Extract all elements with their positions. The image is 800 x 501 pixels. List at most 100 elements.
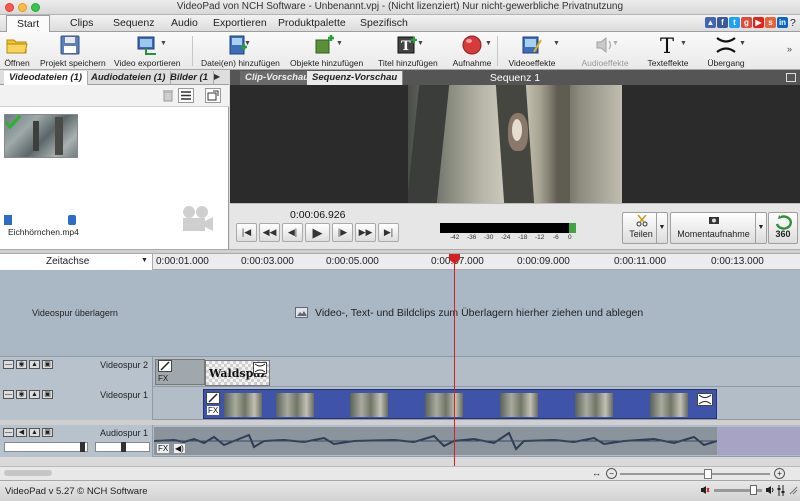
pan-slider-thumb[interactable]: [121, 442, 126, 452]
lock-icon[interactable]: ▣: [42, 360, 53, 369]
eye-icon[interactable]: ◉: [16, 360, 27, 369]
speaker-icon[interactable]: [765, 485, 775, 495]
detach-panel-icon[interactable]: [205, 88, 221, 103]
fx-badge[interactable]: FX: [158, 374, 168, 383]
add-files-dropdown-icon[interactable]: ▼: [244, 40, 251, 47]
lock-icon[interactable]: ▣: [42, 390, 53, 399]
stumble-icon[interactable]: s: [765, 17, 776, 28]
speaker-icon[interactable]: ◀): [174, 444, 185, 453]
mixer-icon[interactable]: [777, 485, 785, 496]
linkedin-icon[interactable]: in: [777, 17, 788, 28]
tab-images[interactable]: Bilder (1: [165, 71, 215, 85]
google-plus-icon[interactable]: g: [741, 17, 752, 28]
export-dropdown-icon[interactable]: ▼: [160, 40, 167, 47]
pan-slider[interactable]: [95, 442, 150, 452]
step-back-button[interactable]: ◀|: [282, 223, 303, 242]
audio-effects-button[interactable]: Audioeffekte: [580, 34, 630, 68]
menu-audio[interactable]: Audio: [171, 17, 198, 29]
menu-exportieren[interactable]: Exportieren: [213, 17, 267, 29]
menu-produktpalette[interactable]: Produktpalette: [278, 17, 346, 29]
clip-thumbnail[interactable]: [4, 114, 78, 158]
play-button[interactable]: ▶: [305, 223, 330, 242]
tab-audio-files[interactable]: Audiodateien (1): [86, 71, 172, 85]
pen-icon[interactable]: [206, 392, 220, 404]
next-frame-button[interactable]: ▶▶: [355, 223, 376, 242]
video-clip[interactable]: FX: [203, 389, 717, 419]
timeline-ruler[interactable]: Zeitachse ▼ 0:00:01.000 0:00:03.000 0:00…: [0, 254, 800, 270]
text-clip[interactable]: Waldspaz: [205, 360, 270, 386]
volume-slider[interactable]: [4, 442, 88, 452]
menu-spezifisch[interactable]: Spezifisch: [360, 17, 408, 29]
open-button[interactable]: Öffnen: [4, 34, 30, 68]
go-to-end-button[interactable]: ▶|: [378, 223, 399, 242]
menu-start[interactable]: Start: [6, 15, 51, 33]
zoom-in-icon[interactable]: +: [774, 468, 785, 479]
pen-icon[interactable]: [158, 360, 172, 372]
twitter-icon[interactable]: t: [729, 17, 740, 28]
collapse-icon[interactable]: —: [3, 360, 14, 369]
zoom-slider-thumb[interactable]: [704, 469, 712, 479]
audio-effects-dropdown-icon[interactable]: ▼: [612, 40, 619, 47]
master-volume-slider[interactable]: [714, 485, 762, 495]
title-bar: VideoPad von NCH Software - Unbenannt.vp…: [0, 0, 800, 15]
menu-clips[interactable]: Clips: [70, 17, 93, 29]
add-title-button[interactable]: T Titel hinzufügen: [378, 34, 438, 68]
trash-icon[interactable]: [162, 89, 174, 102]
export-video-button[interactable]: Video exportieren: [114, 34, 180, 68]
audio-clip[interactable]: FX ◀): [154, 427, 717, 455]
split-button[interactable]: Teilen: [622, 212, 660, 244]
menu-sequenz[interactable]: Sequenz: [113, 17, 154, 29]
list-view-icon[interactable]: [178, 88, 194, 103]
snapshot-dropdown-icon[interactable]: ▼: [755, 212, 767, 244]
lock-icon[interactable]: ▣: [42, 428, 53, 437]
video-effects-dropdown-icon[interactable]: ▼: [553, 40, 560, 47]
resize-grip-icon[interactable]: [789, 485, 798, 495]
thumbs-up-icon[interactable]: ▲: [705, 17, 716, 28]
speaker-icon[interactable]: ◀: [16, 428, 27, 437]
tab-video-files[interactable]: Videodateien (1): [4, 71, 89, 85]
help-button[interactable]: ?: [790, 17, 796, 29]
record-dropdown-icon[interactable]: ▼: [485, 40, 492, 47]
transition-marker-icon[interactable]: [253, 362, 267, 374]
previous-frame-button[interactable]: ◀◀: [259, 223, 280, 242]
video-preview[interactable]: [230, 85, 800, 203]
overlay-track[interactable]: Videospur überlagern Video-, Text- und B…: [0, 270, 800, 357]
save-project-button[interactable]: Projekt speichern: [40, 34, 106, 68]
zoom-slider[interactable]: [620, 469, 770, 479]
opacity-icon[interactable]: ▲: [29, 360, 40, 369]
video-track-2[interactable]: — ◉ ▲ ▣ Videospur 2 FX: [0, 357, 800, 387]
snapshot-button[interactable]: Momentaufnahme: [670, 212, 757, 244]
toolbar-more-icon[interactable]: »: [787, 44, 792, 54]
master-volume-thumb[interactable]: [750, 485, 757, 495]
detach-preview-icon[interactable]: [786, 73, 796, 82]
playhead-line[interactable]: [454, 256, 455, 466]
fx-badge[interactable]: FX: [207, 406, 220, 415]
timeline-selector[interactable]: Zeitachse ▼: [0, 254, 153, 270]
split-dropdown-icon[interactable]: ▼: [656, 212, 668, 244]
timeline-scrollbar[interactable]: ↔ − +: [0, 466, 800, 480]
fit-timeline-icon[interactable]: ↔: [592, 468, 601, 478]
text-effects-dropdown-icon[interactable]: ▼: [680, 40, 687, 47]
zoom-out-icon[interactable]: −: [606, 468, 617, 479]
add-files-button[interactable]: Datei(en) hinzufügen: [201, 34, 280, 68]
scrollbar-thumb[interactable]: [4, 470, 52, 476]
go-to-start-button[interactable]: |◀: [236, 223, 257, 242]
add-objects-button[interactable]: Objekte hinzufügen: [290, 34, 363, 68]
opacity-icon[interactable]: ▲: [29, 390, 40, 399]
youtube-icon[interactable]: ▶: [753, 17, 764, 28]
collapse-icon[interactable]: —: [3, 428, 14, 437]
transition-dropdown-icon[interactable]: ▼: [739, 40, 746, 47]
transition-marker-icon[interactable]: [697, 393, 713, 406]
eye-icon[interactable]: ◉: [16, 390, 27, 399]
add-title-dropdown-icon[interactable]: ▼: [417, 40, 424, 47]
add-objects-dropdown-icon[interactable]: ▼: [336, 40, 343, 47]
opacity-icon[interactable]: ▲: [29, 428, 40, 437]
fx-badge[interactable]: FX: [157, 444, 170, 453]
mute-icon[interactable]: [700, 485, 710, 495]
vr360-button[interactable]: 360: [768, 212, 798, 244]
volume-slider-thumb[interactable]: [80, 442, 85, 452]
collapse-icon[interactable]: —: [3, 390, 14, 399]
tab-scroll-right-icon[interactable]: ▶: [214, 72, 220, 81]
step-forward-button[interactable]: |▶: [332, 223, 353, 242]
facebook-icon[interactable]: f: [717, 17, 728, 28]
